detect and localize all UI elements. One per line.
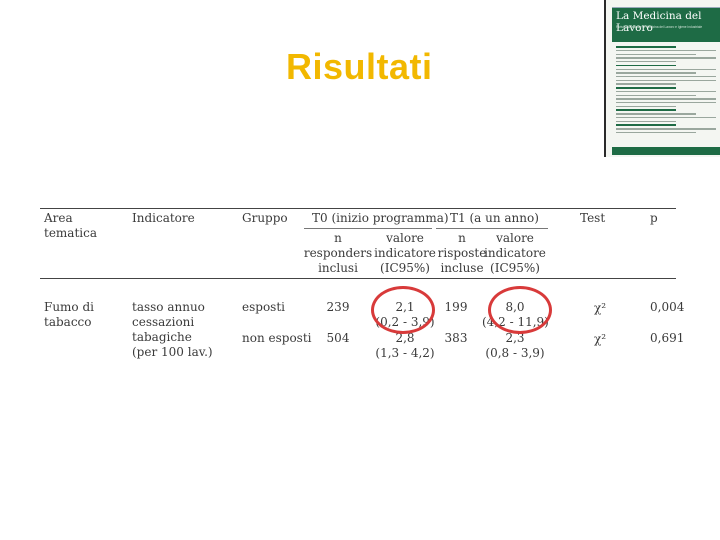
header-test: Test [580,211,606,225]
row-area: Fumo di tabacco [44,300,94,329]
results-table: Area tematica Indicatore Gruppo T0 (inizi… [40,206,684,366]
cover-footer-band [612,147,720,155]
header-t1: T1 (a un anno) [450,211,539,225]
highlight-circle-t1 [488,286,552,334]
test-not-exposed: χ² [594,332,607,346]
t0-group-rule [304,228,432,229]
table-top-rule [40,208,676,209]
p-not-exposed: 0,691 [650,331,685,345]
highlight-circle-t0 [371,286,435,334]
slide-title: Risultati [286,46,433,87]
header-p: p [650,211,658,225]
header-group: Gruppo [242,211,288,225]
group-not-exposed: non esposti [242,331,312,345]
row-indicator: tasso annuo cessazioni tabagiche (per 100 … [132,300,213,359]
test-exposed: χ² [594,301,607,315]
group-exposed: esposti [242,300,285,314]
t0-value-not-exposed: 2,8 (1,3 - 4,2) [375,331,435,360]
header-t0-n: n responders inclusi [303,231,373,275]
t1-n-not-exposed: 383 [444,331,468,345]
journal-cover-image: La Medicina del Lavoro Rivista Bimestral… [604,0,720,157]
header-indicator: Indicatore [132,211,195,225]
header-area: Area tematica [44,211,97,240]
t1-n-exposed: 199 [444,300,468,314]
t1-group-rule [436,228,548,229]
cover-journal-name: La Medicina del Lavoro [616,10,702,34]
header-t0: T0 (inizio programma) [312,211,449,225]
t1-value-not-exposed: 2,3 (0,8 - 3,9) [485,331,545,360]
t0-n-not-exposed: 504 [326,331,350,345]
header-t1-value: valore indicatore (IC95%) [484,231,546,275]
cover-contents-lines [616,46,716,136]
header-bottom-rule [40,278,676,279]
cover-journal-subtitle: Rivista Bimestrale di Medicina del Lavor… [616,25,703,29]
header-t0-value: valore indicatore (IC95%) [374,231,436,275]
t0-n-exposed: 239 [326,300,350,314]
p-exposed: 0,004 [650,300,685,314]
